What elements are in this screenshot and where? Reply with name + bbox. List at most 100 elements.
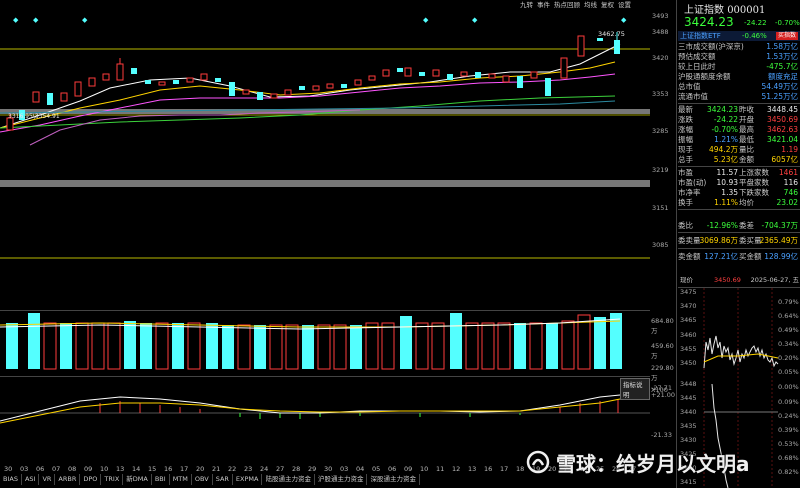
tab-mtm[interactable]: MTM [170, 474, 192, 485]
date-tick: 22 [228, 465, 237, 473]
weibi-row: 委比 -12.96% 委差 -704.37万 [678, 221, 798, 230]
tab-asi[interactable]: ASI [22, 474, 40, 485]
axis-tick: 3420 [652, 54, 669, 62]
date-tick: 21 [212, 465, 221, 473]
intraday-price-tick: 3455 [680, 345, 697, 353]
last-price: 3424.23 [684, 15, 734, 29]
quote-row: 涨跌 -24.22 开盘 3450.69 [678, 115, 798, 124]
event-marker[interactable]: ◆ [33, 16, 38, 24]
event-marker[interactable]: ◆ [13, 16, 18, 24]
info-row: 总市值 54.49万亿 [678, 82, 798, 91]
buy-index-button[interactable]: 买指数 [775, 32, 798, 40]
axis-tick: 3151 [652, 204, 669, 212]
quote-row: 最新 3424.23 昨收 3448.45 [678, 105, 798, 114]
tab-bbi[interactable]: BBI [152, 474, 170, 485]
indicator-help-button[interactable]: 指标说明 [620, 378, 650, 400]
macd-tick: -21.33 [651, 431, 672, 439]
date-tick: 11 [436, 465, 445, 473]
amount-row: 卖金额 127.21亿 买金额 128.99亿 [678, 252, 798, 261]
intraday-price-tick: 3460 [680, 331, 697, 339]
tab-sgt-capital[interactable]: 深股通主力资金 [367, 474, 420, 485]
event-marker[interactable]: ◆ [423, 16, 428, 24]
tab-vr[interactable]: VR [39, 474, 56, 485]
etf-change: -0.46% [742, 32, 767, 40]
low-price-label: 3316.95\3354.91 [8, 113, 60, 120]
vol-tick: 684.80万 [651, 317, 674, 335]
quote-row: 总手 5.23亿 金额 6057亿 [678, 155, 798, 164]
intraday-price-tick: 3430 [680, 436, 697, 444]
intraday-pct-tick: 0.34% [778, 340, 799, 348]
date-tick: 20 [196, 465, 205, 473]
etf-row[interactable]: 上证指数ETF -0.46% 买指数 [678, 31, 800, 41]
event-marker[interactable]: ◆ [82, 16, 87, 24]
date-tick: 08 [68, 465, 77, 473]
quote-row: 市盈(动) 10.93 平盘家数 116 [678, 178, 798, 187]
now-label: 现价 [680, 276, 693, 284]
date-tick: 04 [356, 465, 365, 473]
quote-title: 上证指数 000001 [684, 1, 765, 16]
toolbar-event[interactable]: 事件 [537, 0, 550, 10]
xueqiu-watermark: 雪球：给岁月以文明a [526, 446, 750, 478]
date-tick: 06 [388, 465, 397, 473]
date-tick: 29 [308, 465, 317, 473]
toolbar-jiuzhuan[interactable]: 九转 [520, 0, 533, 10]
date-tick: 03 [20, 465, 29, 473]
date-tick: 23 [244, 465, 253, 473]
kline-chart[interactable]: ◆ ◆ ◆ ◆ ◆ ◆ 3462.75 3316.95\3354.91 [0, 0, 650, 310]
toolbar-ma[interactable]: 均线 [584, 0, 597, 10]
high-price-label: 3462.75 [598, 30, 625, 38]
tab-trix[interactable]: TRIX [101, 474, 124, 485]
tab-new-dma[interactable]: 新DMA [123, 474, 152, 485]
toolbar-settings[interactable]: 设置 [618, 0, 631, 10]
tab-hgt-capital[interactable]: 沪股通主力资金 [315, 474, 368, 485]
intraday-price-tick: 3415 [680, 478, 697, 486]
toolbar-adjust[interactable]: 复权 [601, 0, 614, 10]
watermark-text: 雪球：给岁月以文明a [556, 451, 750, 476]
event-marker[interactable]: ◆ [472, 16, 477, 24]
intraday-pct-tick: 0.82% [778, 468, 799, 476]
tab-obv[interactable]: OBV [192, 474, 213, 485]
price-change-pct: -0.70% [775, 19, 800, 27]
tab-sar[interactable]: SAR [213, 474, 233, 485]
snowball-logo-icon [526, 450, 550, 474]
intraday-price-tick: 3440 [680, 408, 697, 416]
tab-bias[interactable]: BIAS [0, 474, 22, 485]
quote-row: 市盈 11.57 上涨家数 1461 [678, 168, 798, 177]
quote-divider [678, 248, 800, 249]
quote-divider [678, 209, 800, 210]
quote-row: 换手 1.11% 均价 23.02 [678, 198, 798, 207]
info-row: 预估成交额 1.53万亿 [678, 52, 798, 61]
quote-row: 涨幅 -0.70% 最高 3462.63 [678, 125, 798, 134]
info-row: 沪股通额度余额 额度充足 [678, 72, 798, 81]
volume-svg [0, 313, 622, 370]
intraday-price-tick: 3445 [680, 394, 697, 402]
intraday-date: 2025-06-27, 五 [750, 276, 799, 284]
tab-expma[interactable]: EXPMA [233, 474, 263, 485]
intraday-pct-tick: 0.79% [778, 298, 799, 306]
date-tick: 17 [180, 465, 189, 473]
price-row: 3424.23 -24.22 -0.70% [684, 15, 800, 31]
weiliang-row: 委卖量 3069.86万 委买量 2365.49万 [678, 236, 798, 245]
tab-lgt-capital[interactable]: 陆股通主力资金 [262, 474, 315, 485]
volume-chart[interactable]: 684.80万 459.60万 229.80万 [0, 310, 674, 382]
toolbar-hotspot[interactable]: 热点回顾 [554, 0, 580, 10]
axis-tick: 3285 [652, 127, 669, 135]
date-tick: 09 [404, 465, 413, 473]
date-tick: 05 [372, 465, 381, 473]
quote-row: 振幅 1.21% 最低 3421.04 [678, 135, 798, 144]
date-tick: 09 [84, 465, 93, 473]
event-marker[interactable]: ◆ [621, 16, 626, 24]
etf-label: 上证指数ETF [680, 32, 721, 40]
date-tick: 14 [132, 465, 141, 473]
intraday-price-tick: 3475 [680, 288, 697, 296]
info-row: 三市成交额(沪深京) 1.58万亿 [678, 42, 798, 51]
intraday-price-tick: 3435 [680, 422, 697, 430]
intraday-price-tick: 3450 [680, 359, 697, 367]
date-tick: 10 [420, 465, 429, 473]
date-tick: 13 [468, 465, 477, 473]
tab-arbr[interactable]: ARBR [55, 474, 81, 485]
intraday-pct-tick: 0.00% [778, 383, 799, 391]
date-tick: 28 [292, 465, 301, 473]
tab-dpo[interactable]: DPO [80, 474, 102, 485]
macd-tick: +21.00 [651, 391, 676, 399]
